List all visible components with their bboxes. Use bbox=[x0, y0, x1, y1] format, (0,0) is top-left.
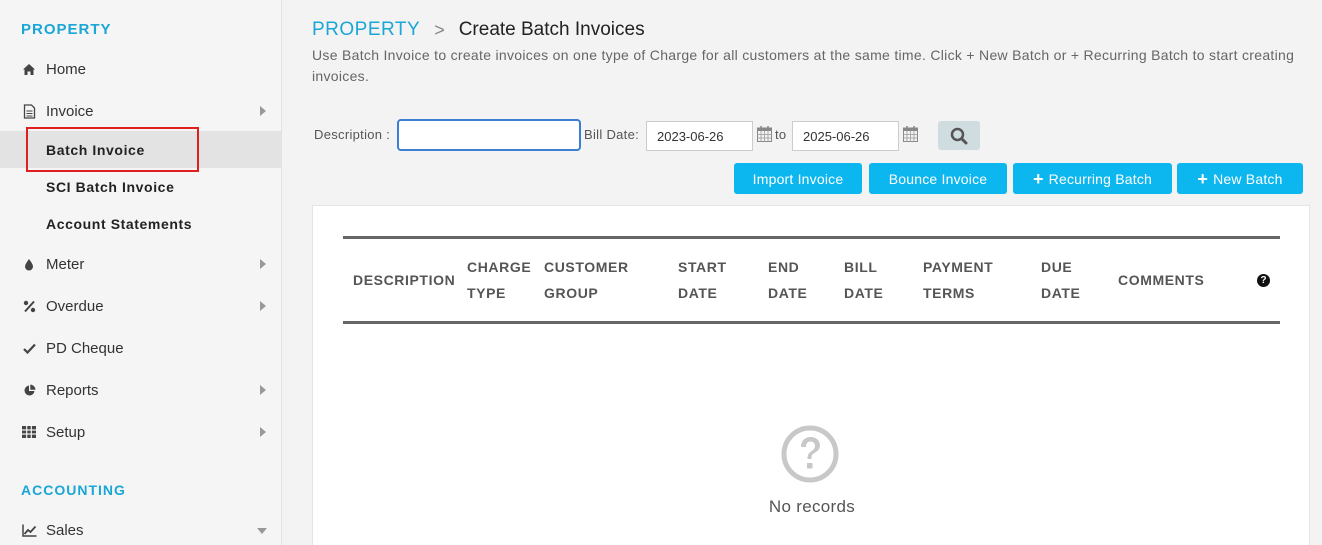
chevron-right-icon bbox=[260, 385, 266, 395]
sidebar-item-pd-cheque[interactable]: PD Cheque bbox=[0, 329, 281, 367]
grid-icon bbox=[20, 424, 38, 440]
bill-date-label: Bill Date: bbox=[584, 127, 640, 142]
sidebar-subitem-sci-batch-invoice[interactable]: SCI Batch Invoice bbox=[0, 168, 281, 205]
sidebar-item-label: Invoice bbox=[46, 102, 94, 120]
breadcrumb: PROPERTY > Create Batch Invoices bbox=[312, 19, 645, 41]
sidebar-item-label: Account Statements bbox=[46, 215, 193, 232]
sidebar-section-property: PROPERTY bbox=[21, 21, 112, 38]
sidebar-subitem-account-statements[interactable]: Account Statements bbox=[0, 205, 281, 242]
import-invoice-button[interactable]: Import Invoice bbox=[734, 163, 862, 194]
column-comments[interactable]: COMMENTS bbox=[1118, 239, 1204, 321]
recurring-batch-button[interactable]: + Recurring Batch bbox=[1013, 163, 1172, 194]
calendar-icon[interactable] bbox=[903, 126, 918, 142]
sidebar: PROPERTY Home Invoice Batch Invoice SCI … bbox=[0, 0, 282, 545]
description-input[interactable] bbox=[397, 119, 581, 151]
chevron-down-icon bbox=[257, 528, 267, 534]
page-title: Create Batch Invoices bbox=[458, 19, 645, 40]
sidebar-item-label: Overdue bbox=[46, 297, 104, 315]
sidebar-item-reports[interactable]: Reports bbox=[0, 371, 281, 409]
sidebar-item-overdue[interactable]: Overdue bbox=[0, 287, 281, 325]
sidebar-item-label: Setup bbox=[46, 423, 86, 441]
column-customer-group[interactable]: CUSTOMER GROUP bbox=[544, 239, 629, 321]
plus-icon: + bbox=[1032, 168, 1044, 189]
table-header: DESCRIPTION CHARGE TYPE CUSTOMER GROUP STA… bbox=[343, 236, 1280, 324]
breadcrumb-separator: > bbox=[434, 19, 445, 40]
search-button[interactable] bbox=[938, 121, 980, 150]
column-payment-terms[interactable]: PAYMENT TERMS bbox=[923, 239, 993, 321]
breadcrumb-root[interactable]: PROPERTY bbox=[312, 19, 420, 41]
column-description[interactable]: DESCRIPTION bbox=[353, 239, 455, 321]
percent-icon bbox=[20, 298, 38, 314]
selection-highlight bbox=[26, 127, 199, 172]
new-batch-button[interactable]: + New Batch bbox=[1177, 163, 1303, 194]
line-chart-icon bbox=[20, 522, 38, 538]
description-label: Description : bbox=[314, 127, 391, 142]
pie-chart-icon bbox=[20, 382, 38, 398]
chevron-right-icon bbox=[260, 106, 266, 116]
calendar-icon[interactable] bbox=[757, 126, 772, 142]
help-icon[interactable]: ? bbox=[1257, 274, 1270, 287]
sidebar-item-label: Sales bbox=[46, 521, 84, 539]
chevron-right-icon bbox=[260, 301, 266, 311]
empty-state-message: No records bbox=[768, 497, 856, 516]
button-label: Import Invoice bbox=[752, 170, 844, 187]
bill-date-from-input[interactable]: 2023-06-26 bbox=[646, 121, 753, 151]
chevron-right-icon bbox=[260, 259, 266, 269]
column-due-date[interactable]: DUE DATE bbox=[1041, 239, 1080, 321]
batch-table-panel: DESCRIPTION CHARGE TYPE CUSTOMER GROUP STA… bbox=[312, 205, 1310, 545]
sidebar-item-label: PD Cheque bbox=[46, 339, 124, 357]
check-icon bbox=[20, 340, 38, 356]
column-start-date[interactable]: START DATE bbox=[678, 239, 727, 321]
chevron-right-icon bbox=[260, 427, 266, 437]
bill-date-to-input[interactable]: 2025-06-26 bbox=[792, 121, 899, 151]
button-label: New Batch bbox=[1213, 170, 1283, 187]
sidebar-item-invoice[interactable]: Invoice bbox=[0, 92, 281, 130]
page-description: Use Batch Invoice to create invoices on … bbox=[312, 47, 1295, 84]
column-charge-type[interactable]: CHARGE TYPE bbox=[467, 239, 531, 321]
plus-icon: + bbox=[1197, 168, 1209, 189]
main-content: PROPERTY > Create Batch Invoices Use Bat… bbox=[283, 0, 1322, 545]
droplet-icon bbox=[20, 256, 38, 272]
sidebar-item-label: Meter bbox=[46, 255, 85, 273]
sidebar-item-setup[interactable]: Setup bbox=[0, 413, 281, 451]
sidebar-item-label: SCI Batch Invoice bbox=[46, 178, 175, 195]
sidebar-section-accounting: ACCOUNTING bbox=[21, 482, 126, 498]
sidebar-item-label: Reports bbox=[46, 381, 99, 399]
sidebar-item-meter[interactable]: Meter bbox=[0, 245, 281, 283]
home-icon bbox=[20, 61, 38, 77]
bounce-invoice-button[interactable]: Bounce Invoice bbox=[869, 163, 1007, 194]
sidebar-item-home[interactable]: Home bbox=[0, 50, 281, 88]
to-label: to bbox=[775, 127, 787, 142]
button-label: Bounce Invoice bbox=[888, 170, 988, 187]
column-end-date[interactable]: END DATE bbox=[768, 239, 807, 321]
button-label: Recurring Batch bbox=[1048, 170, 1153, 187]
question-circle-icon bbox=[781, 425, 839, 483]
sidebar-item-sales[interactable]: Sales bbox=[0, 511, 281, 545]
column-bill-date[interactable]: BILL DATE bbox=[844, 239, 883, 321]
search-icon bbox=[950, 127, 968, 144]
sidebar-item-label: Home bbox=[46, 60, 87, 78]
document-icon bbox=[20, 103, 38, 119]
